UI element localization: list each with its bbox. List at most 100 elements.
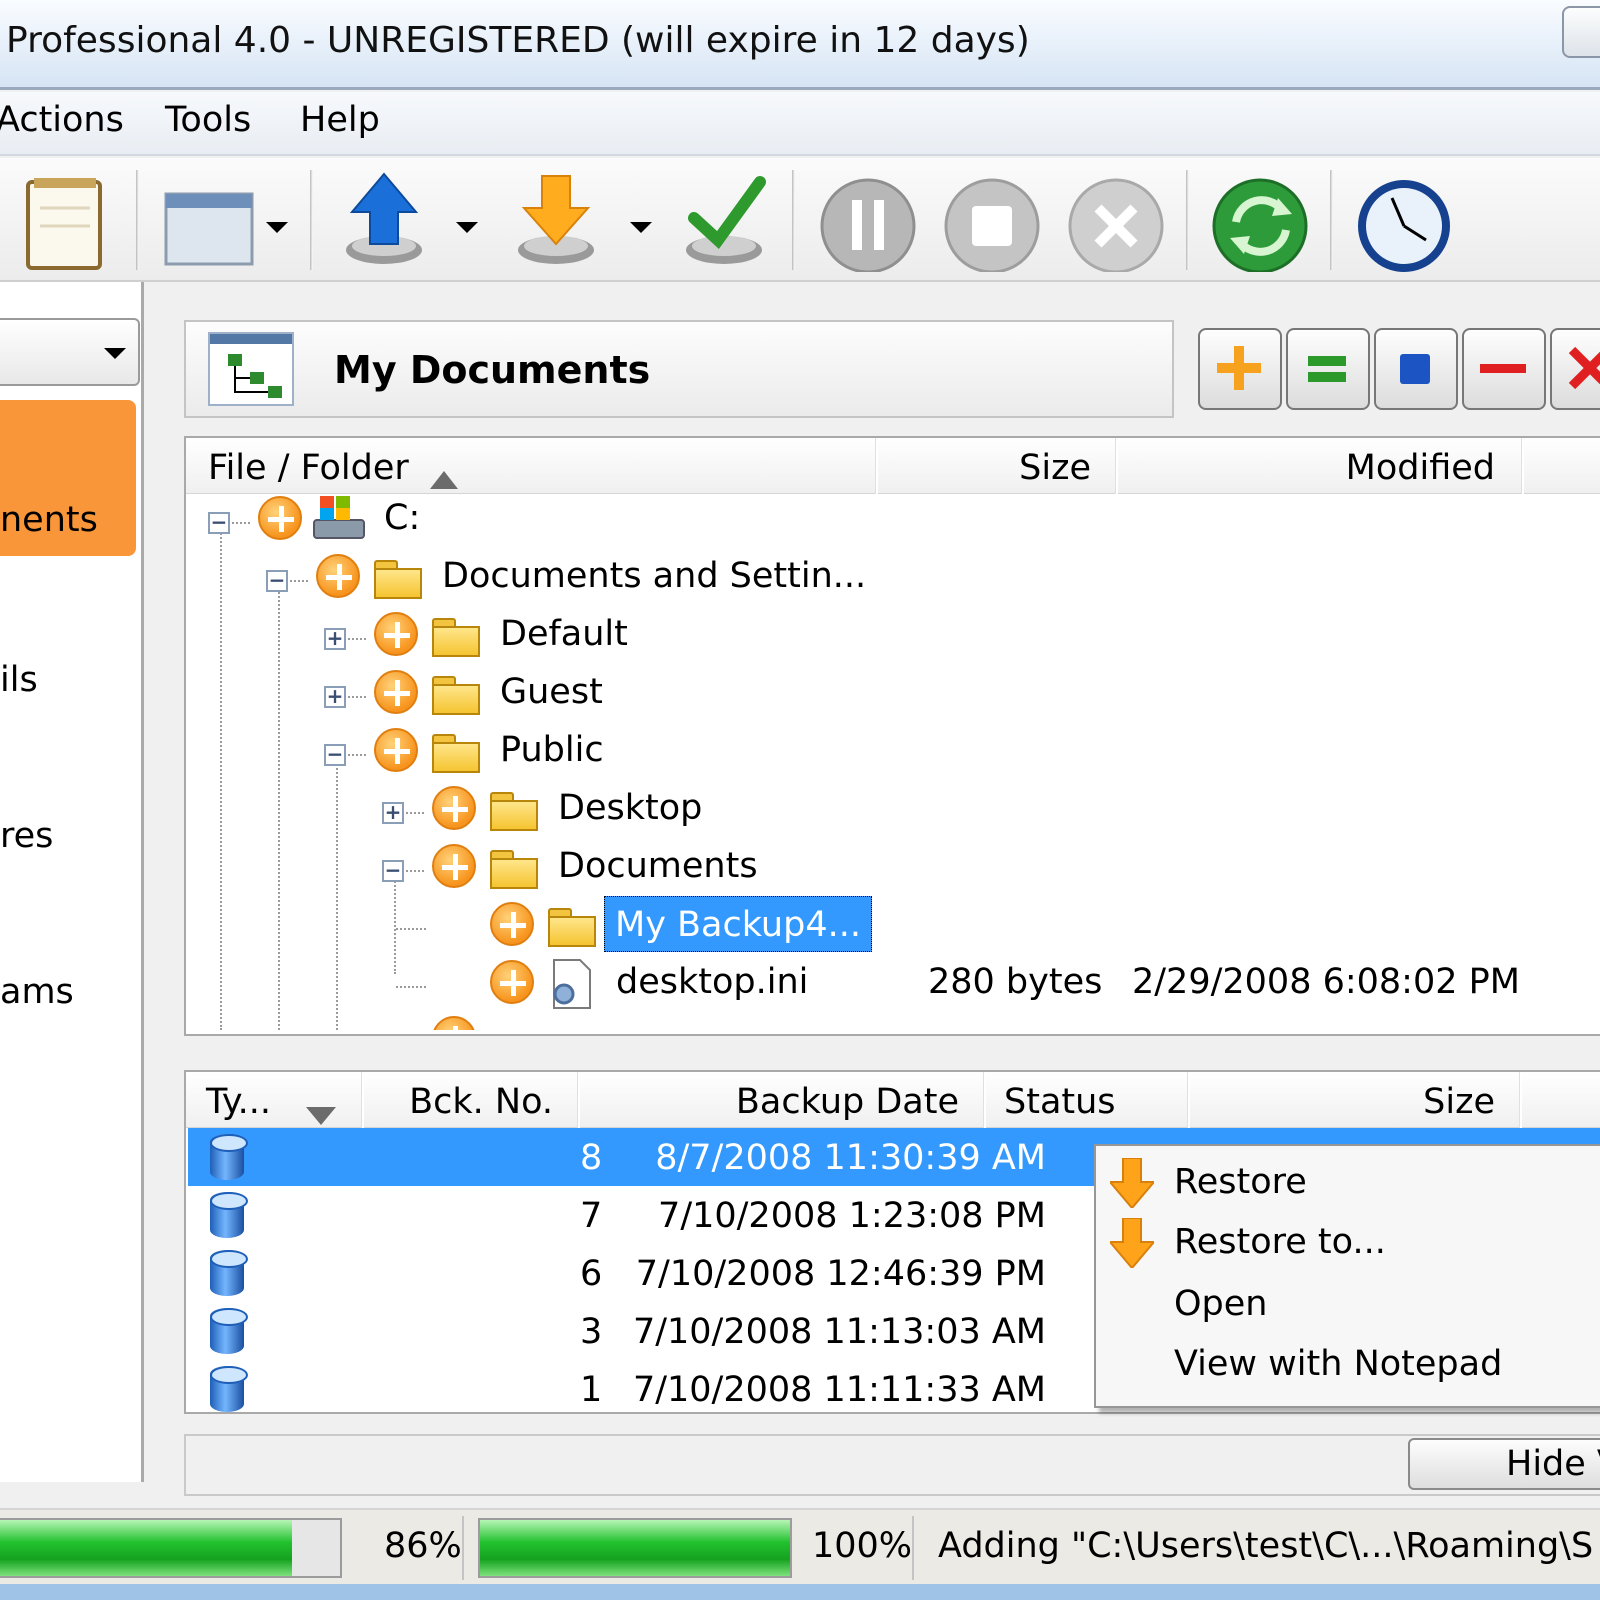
column-header-backup-date[interactable]: Backup Date	[580, 1072, 984, 1128]
tree-row[interactable]: − Public	[186, 722, 1586, 778]
hide-button[interactable]: Hide V	[1408, 1438, 1600, 1490]
context-menu: Restore Restore to... Open View with Not…	[1094, 1144, 1600, 1408]
cancel-icon[interactable]	[1064, 168, 1174, 274]
tree-row[interactable]: + Desktop	[186, 780, 1586, 836]
tree-item-label: Desktop	[558, 788, 703, 828]
window-frame-bottom	[0, 1584, 1600, 1600]
include-toggle-icon[interactable]	[374, 670, 418, 714]
select-all-button[interactable]	[1198, 328, 1282, 410]
progress-percent-current: 86%	[384, 1526, 462, 1566]
include-toggle-icon[interactable]	[432, 844, 476, 888]
file-modified: 2/29/2008 6:08:02 PM	[1132, 962, 1520, 1002]
expand-icon[interactable]: +	[382, 802, 404, 824]
backup-date: 7/10/2008 12:46:39 PM	[635, 1254, 1046, 1294]
column-header-size[interactable]: Size	[878, 438, 1116, 494]
backup-number: 8	[580, 1138, 603, 1178]
tree-row[interactable]: desktop.ini 280 bytes 2/29/2008 6:08:02 …	[186, 954, 1586, 1010]
left-nav-item[interactable]: res	[0, 816, 136, 856]
refresh-icon[interactable]	[1208, 168, 1318, 274]
menu-bar: Actions Tools Help	[0, 92, 1600, 156]
backup-upload-icon[interactable]	[336, 168, 486, 272]
menu-actions[interactable]: Actions	[0, 100, 124, 140]
restore-download-icon[interactable]	[508, 168, 658, 272]
pause-icon[interactable]	[816, 168, 926, 274]
backup-date: 7/10/2008 11:13:03 AM	[632, 1312, 1046, 1352]
include-toggle-icon[interactable]	[374, 728, 418, 772]
stop-icon[interactable]	[940, 168, 1050, 274]
window-control-button[interactable]	[1562, 6, 1600, 58]
schedule-clock-icon[interactable]	[1352, 168, 1462, 272]
progress-fill	[0, 1520, 293, 1576]
select-equal-button[interactable]	[1286, 328, 1370, 410]
restore-arrow-icon	[1107, 1157, 1157, 1210]
include-toggle-icon[interactable]	[490, 960, 534, 1004]
folder-icon	[490, 792, 538, 831]
include-toggle-icon[interactable]	[490, 902, 534, 946]
context-menu-restore-to[interactable]: Restore to...	[1174, 1222, 1386, 1262]
left-nav-item-selected[interactable]: nents	[0, 400, 136, 556]
menu-help[interactable]: Help	[300, 100, 380, 140]
include-toggle-icon[interactable]	[258, 496, 302, 540]
tree-item-label: Documents	[558, 846, 758, 886]
backup-number: 1	[580, 1370, 603, 1410]
collapse-icon[interactable]: −	[324, 744, 346, 766]
include-toggle-icon	[432, 1016, 476, 1030]
column-header-modified[interactable]: Modified	[1118, 438, 1522, 494]
select-none-button[interactable]	[1550, 328, 1600, 410]
location-title: My Documents	[334, 348, 651, 392]
column-header-file[interactable]: File / Folder	[186, 438, 876, 494]
left-panel-dropdown[interactable]	[0, 318, 140, 386]
column-header-label: Modified	[1345, 448, 1495, 488]
backup-date: 8/7/2008 11:30:39 AM	[655, 1138, 1046, 1178]
column-header-label: Status	[1004, 1082, 1116, 1122]
tree-item-label: C:	[384, 498, 421, 538]
tree-row[interactable]: − Documents	[186, 838, 1586, 894]
notepad-icon[interactable]	[0, 168, 110, 272]
column-header-type[interactable]: Ty...	[186, 1072, 362, 1128]
include-toggle-icon[interactable]	[316, 554, 360, 598]
select-minus-button[interactable]	[1462, 328, 1546, 410]
hide-button-label: Hide V	[1506, 1444, 1600, 1484]
collapse-icon[interactable]: −	[266, 570, 288, 592]
context-menu-restore[interactable]: Restore	[1174, 1162, 1307, 1202]
tree-row[interactable]: − Documents and Settin...	[186, 548, 1586, 604]
collapse-icon[interactable]: −	[208, 512, 230, 534]
tree-row[interactable]: + Guest	[186, 664, 1586, 720]
select-partial-button[interactable]	[1374, 328, 1458, 410]
chevron-down-icon	[104, 348, 126, 359]
title-bar: Professional 4.0 - UNREGISTERED (will ex…	[0, 0, 1600, 90]
column-header-size[interactable]: Size	[1190, 1072, 1520, 1128]
expand-icon[interactable]: +	[324, 686, 346, 708]
folder-icon	[432, 618, 480, 657]
column-header-status[interactable]: Status	[986, 1072, 1188, 1128]
tree-row[interactable]: + Default	[186, 606, 1586, 662]
column-header-backup-no[interactable]: Bck. No.	[364, 1072, 578, 1128]
backup-number: 6	[580, 1254, 603, 1294]
left-nav-panel: nents ils res ams	[0, 282, 144, 1482]
verify-check-icon[interactable]	[680, 168, 790, 272]
include-toggle-icon[interactable]	[432, 786, 476, 830]
folder-icon	[432, 734, 480, 773]
tree-row[interactable]: − C:	[186, 490, 1586, 546]
file-tree-panel: File / Folder Size Modified − C: − Docum…	[184, 436, 1600, 1036]
column-header-label: File / Folder	[208, 448, 409, 488]
backup-database-icon	[210, 1366, 248, 1412]
context-menu-view-notepad[interactable]: View with Notepad	[1174, 1344, 1502, 1384]
backup-date: 7/10/2008 11:11:33 AM	[632, 1370, 1046, 1410]
menu-tools[interactable]: Tools	[165, 100, 251, 140]
tree-row-selected[interactable]: My Backup4...	[186, 896, 1586, 952]
backup-number: 3	[580, 1312, 603, 1352]
file-size: 280 bytes	[928, 962, 1103, 1002]
left-nav-item[interactable]: ils	[0, 660, 136, 700]
collapse-icon[interactable]: −	[382, 860, 404, 882]
context-menu-open[interactable]: Open	[1174, 1284, 1267, 1324]
window-layout-icon[interactable]	[160, 168, 300, 272]
include-toggle-icon[interactable]	[374, 612, 418, 656]
folder-icon	[490, 850, 538, 889]
backup-date: 7/10/2008 1:23:08 PM	[658, 1196, 1046, 1236]
details-bar	[184, 1434, 1600, 1496]
left-nav-item[interactable]: ams	[0, 972, 136, 1012]
column-header-label: Ty...	[206, 1082, 272, 1122]
progress-percent-total: 100%	[812, 1526, 913, 1566]
expand-icon[interactable]: +	[324, 628, 346, 650]
